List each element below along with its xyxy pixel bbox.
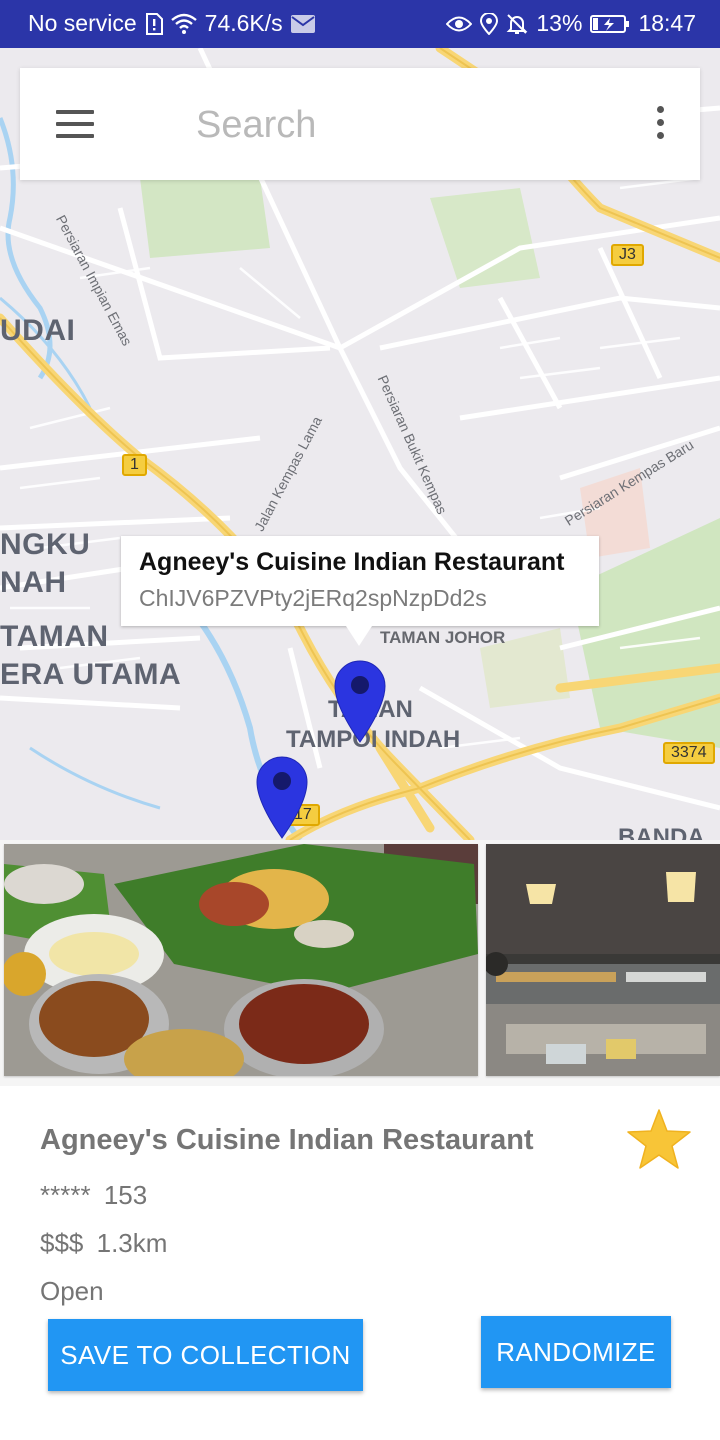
status-bar-left: No service 74.6K/s (28, 10, 315, 37)
map-marker-secondary[interactable] (255, 756, 309, 845)
carrier-text: No service (28, 10, 137, 36)
search-input[interactable] (196, 96, 616, 154)
map-label-udai: UDAI (0, 314, 76, 347)
open-status: Open (40, 1276, 104, 1306)
place-details-panel: Agneey's Cuisine Indian Restaurant *****… (0, 1086, 720, 1440)
map-pin-icon (334, 660, 386, 743)
marker-info-window[interactable]: Agneey's Cuisine Indian Restaurant ChIJV… (121, 536, 599, 626)
sim-alert-icon (145, 12, 163, 35)
photo-carousel[interactable] (0, 840, 720, 1086)
distance: 1.3km (96, 1228, 168, 1258)
map-pin-icon (256, 756, 308, 839)
battery-percent-text: 13% (536, 10, 583, 36)
favorite-star-icon[interactable] (626, 1108, 692, 1175)
info-window-title: Agneey's Cuisine Indian Restaurant (139, 548, 565, 576)
more-options-icon[interactable] (654, 106, 666, 142)
alarm-off-icon (506, 13, 528, 35)
restaurant-photo-food[interactable] (4, 844, 478, 1076)
map-label-taman-johor: TAMAN JOHOR (380, 628, 506, 647)
status-bar-right: 13% 18:47 (446, 10, 696, 37)
location-icon (480, 12, 499, 35)
rating-line: ***** 153 (40, 1180, 147, 1211)
search-bar (20, 68, 700, 180)
rating-stars: ***** (40, 1180, 91, 1210)
info-window-place-id: ChIJV6PZVPty2jERq2spNzpDd2s (139, 585, 487, 611)
randomize-button[interactable]: RANDOMIZE (481, 1316, 671, 1388)
route-shield-j3: J3 (611, 244, 644, 266)
mail-icon (290, 14, 315, 33)
hamburger-menu-icon[interactable] (56, 110, 96, 138)
save-to-collection-button[interactable]: SAVE TO COLLECTION (48, 1319, 363, 1391)
eye-icon (446, 15, 473, 33)
map-label-era-utama: ERA UTAMA (0, 658, 182, 691)
price-distance-line: $$$ 1.3km (40, 1228, 167, 1259)
place-name: Agneey's Cuisine Indian Restaurant (40, 1124, 534, 1156)
network-speed-text: 74.6K/s (204, 10, 283, 36)
clock-text: 18:47 (638, 10, 696, 36)
status-bar: No service 74.6K/s 13% 18:47 (0, 0, 720, 48)
wifi-icon (170, 13, 197, 35)
battery-charging-icon (590, 14, 630, 34)
info-window-pointer (346, 626, 372, 646)
price-level: $$$ (40, 1228, 84, 1258)
route-shield-3374: 3374 (663, 742, 715, 764)
restaurant-photo-interior[interactable] (486, 844, 720, 1076)
rating-count: 153 (103, 1180, 148, 1210)
map-marker-selected[interactable] (333, 660, 387, 749)
map-label-ngku: NGKU (0, 528, 91, 561)
map-label-banda: BANDA (618, 824, 705, 840)
map-label-taman-left: TAMAN (0, 620, 109, 653)
route-shield-1: 1 (122, 454, 147, 476)
map-label-nah: NAH (0, 566, 67, 599)
